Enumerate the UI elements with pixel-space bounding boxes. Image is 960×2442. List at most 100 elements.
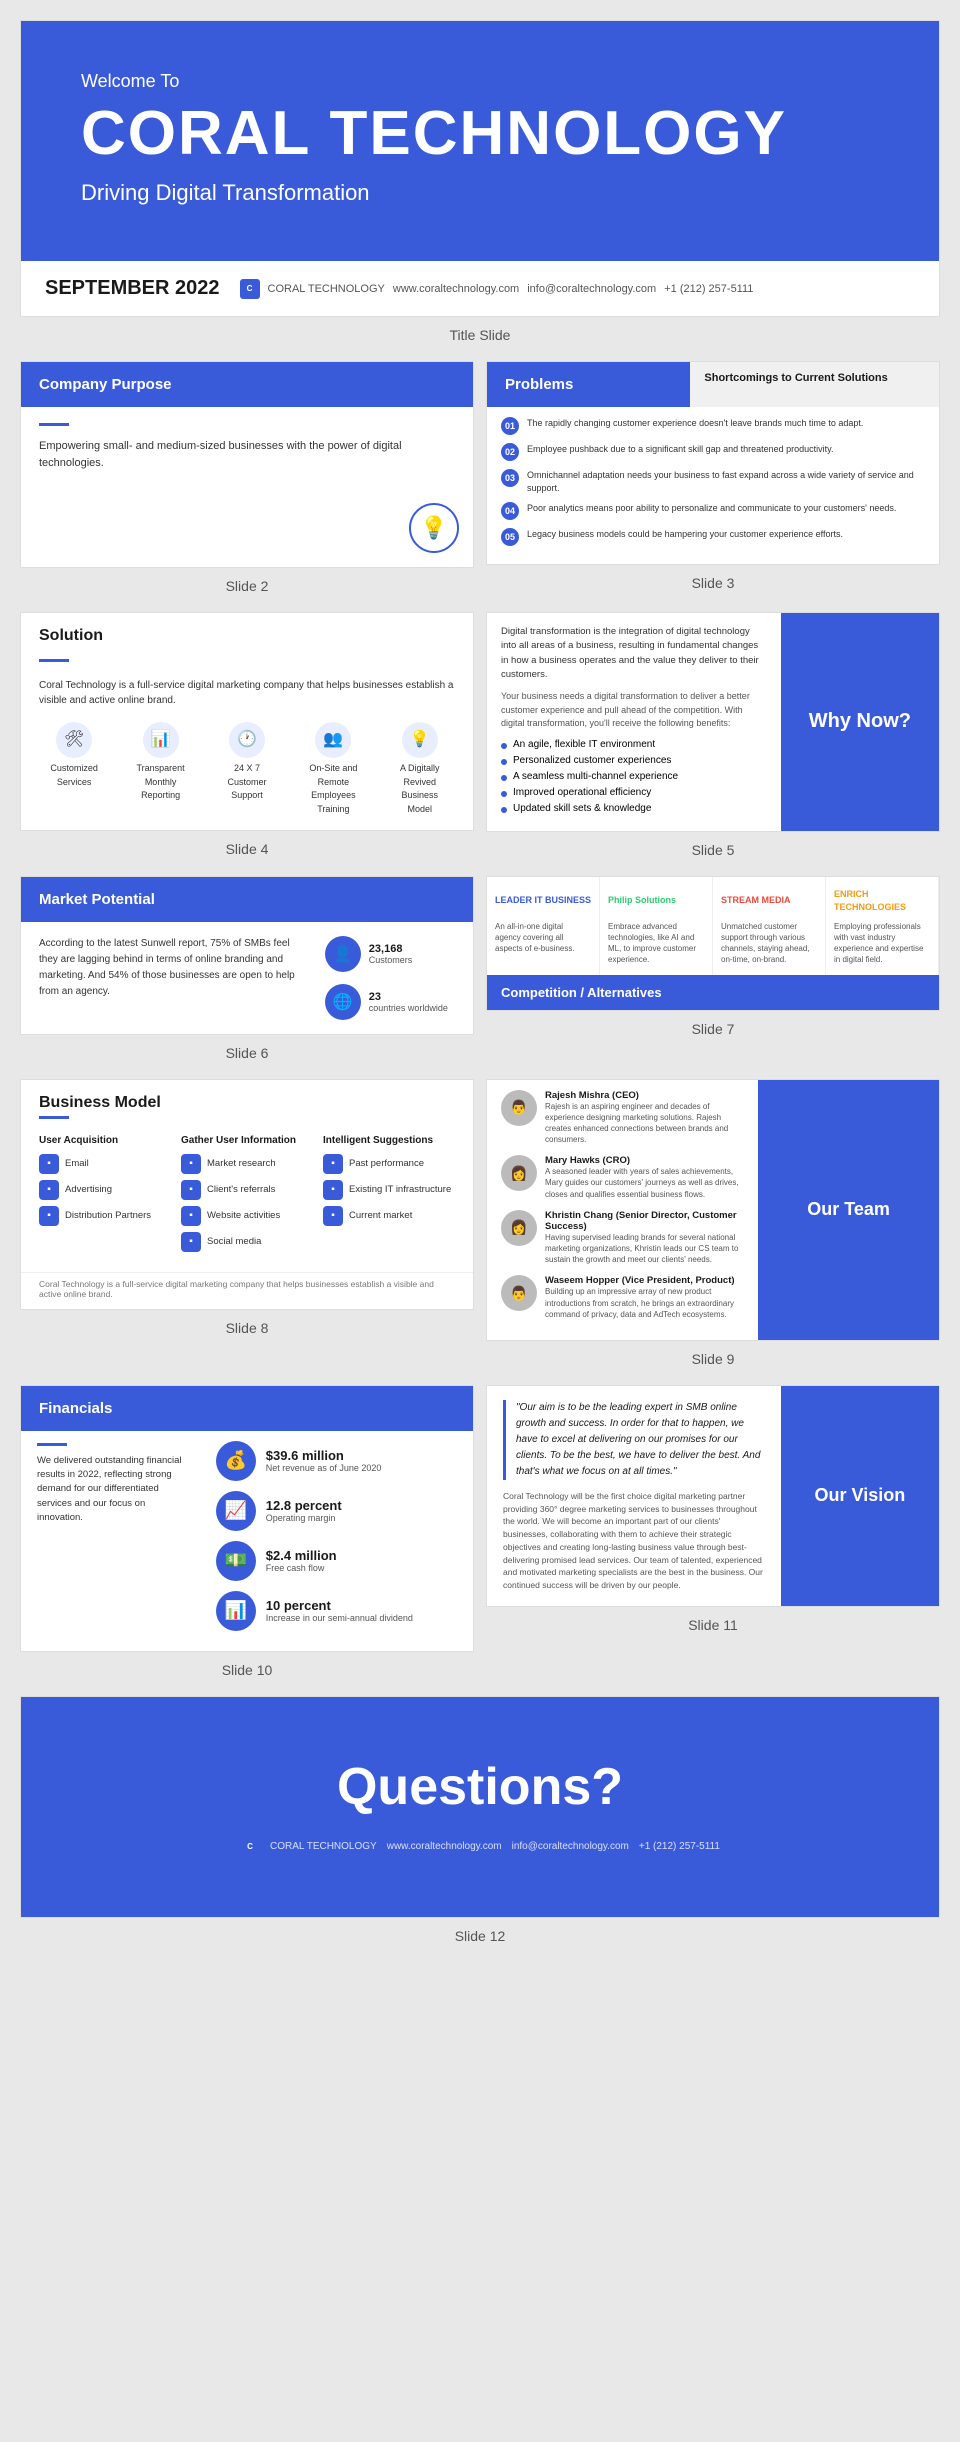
problem-item: 02 Employee pushback due to a significan…: [501, 443, 925, 461]
slide-8-label: Slide 8: [20, 1314, 474, 1342]
team-name: Khristin Chang (Senior Director, Custome…: [545, 1210, 744, 1232]
bullet-text: Updated skill sets & knowledge: [513, 803, 651, 814]
slide4-icon-label: 24 X 7 Customer Support: [217, 762, 277, 803]
slide10-left: We delivered outstanding financial resul…: [21, 1431, 202, 1651]
team-name: Rajesh Mishra (CEO): [545, 1090, 744, 1101]
col-item: ▪ Email: [39, 1154, 171, 1174]
problem-item: 01 The rapidly changing customer experie…: [501, 417, 925, 435]
slide2-blue-line: [39, 423, 69, 426]
col-item: ▪ Social media: [181, 1232, 313, 1252]
slide4-icon-circle: 🕐: [229, 722, 265, 758]
comp-desc: An all-in-one digital agency covering al…: [495, 921, 591, 955]
slide12-website: www.coraltechnology.com: [387, 1841, 502, 1852]
col-icon: ▪: [39, 1154, 59, 1174]
slide4-icon-label: A Digitally Revived Business Model: [390, 762, 450, 816]
team-avatar: 👩: [501, 1210, 537, 1246]
col-icon: ▪: [181, 1206, 201, 1226]
slide8-columns: User Acquisition ▪ Email ▪ Advertising ▪…: [21, 1129, 473, 1272]
slide5-intro: Digital transformation is the integratio…: [501, 625, 767, 682]
slide4-icon-label: Customized Services: [44, 762, 104, 789]
problem-item: 03 Omnichannel adaptation needs your bus…: [501, 469, 925, 494]
slide10-blue-line: [37, 1443, 67, 1446]
slide-12-wrapper: Questions? C CORAL TECHNOLOGY www.coralt…: [20, 1696, 940, 1950]
slide11-quote: "Our aim is to be the leading expert in …: [503, 1400, 765, 1480]
slide10-inner: We delivered outstanding financial resul…: [21, 1431, 473, 1651]
slide2-description: Empowering small- and medium-sized busin…: [39, 438, 455, 471]
slide8-column: User Acquisition ▪ Email ▪ Advertising ▪…: [39, 1135, 171, 1258]
slide4-icon-circle: 📊: [143, 722, 179, 758]
slide8-column: Intelligent Suggestions ▪ Past performan…: [323, 1135, 455, 1258]
slide5-bullet-item: A seamless multi-channel experience: [501, 771, 767, 782]
col-item-label: Market research: [207, 1158, 276, 1169]
team-avatar: 👨: [501, 1090, 537, 1126]
slide6-desc: According to the latest Sunwell report, …: [39, 936, 297, 1000]
tagline: Driving Digital Transformation: [81, 180, 879, 206]
col-icon: ▪: [181, 1180, 201, 1200]
stat-value: 23,168: [369, 943, 413, 955]
slide-3: Problems Shortcomings to Current Solutio…: [486, 361, 940, 565]
slide-row-8-9: Business Model User Acquisition ▪ Email …: [20, 1079, 940, 1373]
slide-3-label: Slide 3: [486, 569, 940, 597]
problem-num: 05: [501, 528, 519, 546]
col-item: ▪ Past performance: [323, 1154, 455, 1174]
slide-2: Company Purpose Empowering small- and me…: [20, 361, 474, 568]
col-header: Gather User Information: [181, 1135, 313, 1146]
slide4-icon-circle: 💡: [402, 722, 438, 758]
bullet-dot: [501, 791, 507, 797]
slide6-stat-item: 🌐 23 countries worldwide: [325, 984, 463, 1020]
slide-3-wrapper: Problems Shortcomings to Current Solutio…: [486, 361, 940, 600]
slide4-icon-item: 🛠 Customized Services: [44, 722, 104, 816]
team-info: Mary Hawks (CRO) A seasoned leader with …: [545, 1155, 744, 1200]
slide3-header: Problems: [487, 362, 690, 407]
comp-name: LEADER IT BUSINESS: [495, 894, 591, 907]
slide-date: SEPTEMBER 2022: [45, 277, 220, 300]
slide12-footer: C CORAL TECHNOLOGY www.coraltechnology.c…: [240, 1837, 720, 1857]
slide11-inner: "Our aim is to be the leading expert in …: [487, 1386, 939, 1606]
slide-11-wrapper: "Our aim is to be the leading expert in …: [486, 1385, 940, 1684]
slide-9-label: Slide 9: [486, 1345, 940, 1373]
slide12-logo: C: [240, 1837, 260, 1857]
slide4-icon-item: 📊 Transparent Monthly Reporting: [131, 722, 191, 816]
slide4-icon-circle: 🛠: [56, 722, 92, 758]
slide11-desc: Coral Technology will be the first choic…: [503, 1490, 765, 1592]
slide4-icons-row: 🛠 Customized Services 📊 Transparent Mont…: [39, 722, 455, 816]
slide10-desc: We delivered outstanding financial resul…: [37, 1454, 186, 1525]
fin-value: $2.4 million: [266, 1548, 337, 1563]
slide-1-wrapper: Welcome To CORAL TECHNOLOGY Driving Digi…: [20, 20, 940, 349]
col-icon: ▪: [181, 1154, 201, 1174]
slide-1: Welcome To CORAL TECHNOLOGY Driving Digi…: [20, 20, 940, 317]
slide10-right: 💰 $39.6 million Net revenue as of June 2…: [202, 1431, 473, 1651]
slide-8: Business Model User Acquisition ▪ Email …: [20, 1079, 474, 1310]
col-item-label: Advertising: [65, 1184, 112, 1195]
slide-row-6-7: Market Potential According to the latest…: [20, 876, 940, 1067]
slide6-right: 👤 23,168 Customers 🌐 23 countries worldw…: [315, 922, 473, 1034]
slide12-phone: +1 (212) 257-5111: [639, 1841, 720, 1852]
col-icon: ▪: [39, 1206, 59, 1226]
slide4-description: Coral Technology is a full-service digit…: [39, 678, 455, 708]
slide-8-wrapper: Business Model User Acquisition ▪ Email …: [20, 1079, 474, 1373]
slide4-icon-item: 🕐 24 X 7 Customer Support: [217, 722, 277, 816]
slide-12: Questions? C CORAL TECHNOLOGY www.coralt…: [20, 1696, 940, 1918]
slide4-icon-label: On-Site and Remote Employees Training: [303, 762, 363, 816]
comp-name: ENRICH TECHNOLOGIES: [834, 888, 930, 913]
website: www.coraltechnology.com: [393, 283, 519, 295]
stat-icon: 👤: [325, 936, 361, 972]
col-header: User Acquisition: [39, 1135, 171, 1146]
problem-item: 05 Legacy business models could be hampe…: [501, 528, 925, 546]
team-name: Waseem Hopper (Vice President, Product): [545, 1275, 744, 1286]
slide4-icon-circle: 👥: [315, 722, 351, 758]
slide2-icon: 💡: [409, 503, 459, 553]
col-header: Intelligent Suggestions: [323, 1135, 455, 1146]
fin-item: 💵 $2.4 million Free cash flow: [216, 1541, 459, 1581]
team-desc: A seasoned leader with years of sales ac…: [545, 1166, 744, 1200]
slide3-subheader: Shortcomings to Current Solutions: [690, 362, 939, 407]
team-info: Khristin Chang (Senior Director, Custome…: [545, 1210, 744, 1266]
slide-4-wrapper: Solution Coral Technology is a full-serv…: [20, 612, 474, 864]
team-desc: Having supervised leading brands for sev…: [545, 1232, 744, 1266]
company-contact-info: C CORAL TECHNOLOGY www.coraltechnology.c…: [240, 279, 754, 299]
slide5-bullets: An agile, flexible IT environment Person…: [501, 739, 767, 814]
slide-9-wrapper: 👨 Rajesh Mishra (CEO) Rajesh is an aspir…: [486, 1079, 940, 1373]
welcome-text: Welcome To: [81, 71, 879, 92]
fin-item: 💰 $39.6 million Net revenue as of June 2…: [216, 1441, 459, 1481]
slide5-bullet-item: An agile, flexible IT environment: [501, 739, 767, 750]
